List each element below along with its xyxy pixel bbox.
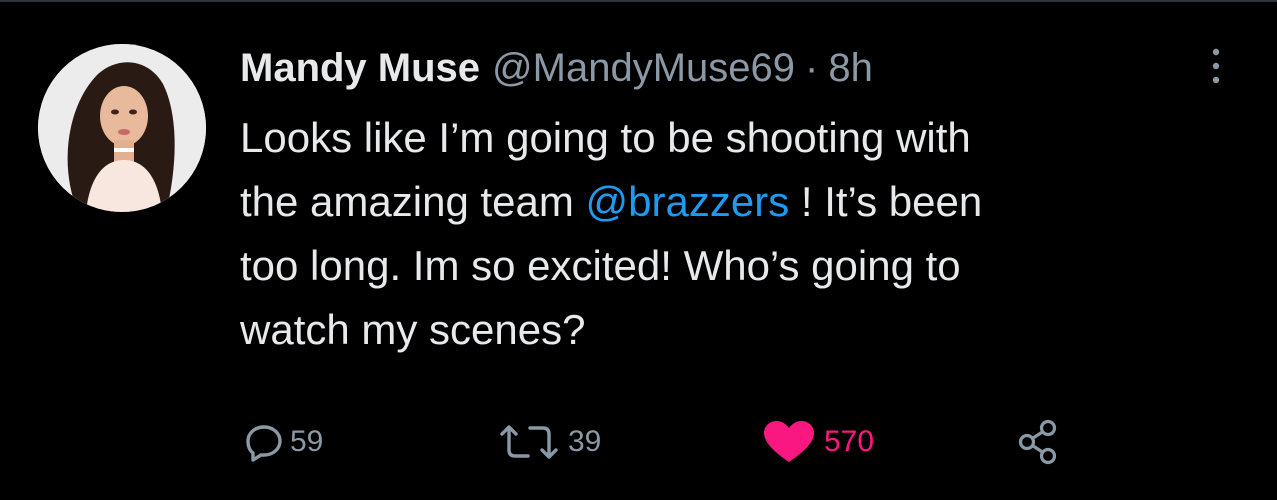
like-count: 570: [824, 425, 875, 458]
heart-icon: [764, 421, 814, 462]
tweet-text-segment: the amazing team: [240, 178, 586, 225]
tweet-actions: 59 39 570: [244, 418, 1064, 466]
avatar-image: [38, 44, 206, 212]
reply-icon: [246, 425, 282, 462]
more-vertical-icon: [1212, 48, 1220, 84]
retweet-icon: [500, 425, 558, 459]
share-icon: [1018, 419, 1057, 465]
tweet-text: Looks like I’m going to be shooting with…: [240, 106, 1230, 362]
mention-link[interactable]: @brazzers: [586, 178, 790, 225]
retweet-count: 39: [568, 425, 602, 458]
tweet-text-line: watch my scenes?: [240, 306, 586, 353]
share-button[interactable]: [1016, 418, 1060, 466]
author-handle[interactable]: @MandyMuse69: [492, 40, 795, 96]
tweet-card[interactable]: Mandy Muse @MandyMuse69 · 8h Looks like …: [0, 0, 1277, 500]
tweet-header: Mandy Muse @MandyMuse69 · 8h: [240, 40, 873, 96]
author-display-name[interactable]: Mandy Muse: [240, 40, 480, 96]
tweet-timestamp[interactable]: 8h: [828, 40, 873, 96]
reply-count: 59: [290, 425, 324, 458]
reply-button[interactable]: 59: [244, 418, 323, 466]
tweet-text-line: too long. Im so excited! Who’s going to: [240, 242, 961, 289]
more-options-button[interactable]: [1196, 42, 1236, 90]
like-button[interactable]: 570: [760, 418, 874, 466]
header-separator: ·: [805, 46, 819, 90]
avatar[interactable]: [38, 44, 206, 212]
retweet-button[interactable]: 39: [496, 418, 601, 466]
tweet-text-segment: ! It’s been: [789, 178, 983, 225]
tweet-text-line: Looks like I’m going to be shooting with: [240, 114, 971, 161]
tweet-text-line: the amazing team @brazzers ! It’s been: [240, 170, 1230, 234]
